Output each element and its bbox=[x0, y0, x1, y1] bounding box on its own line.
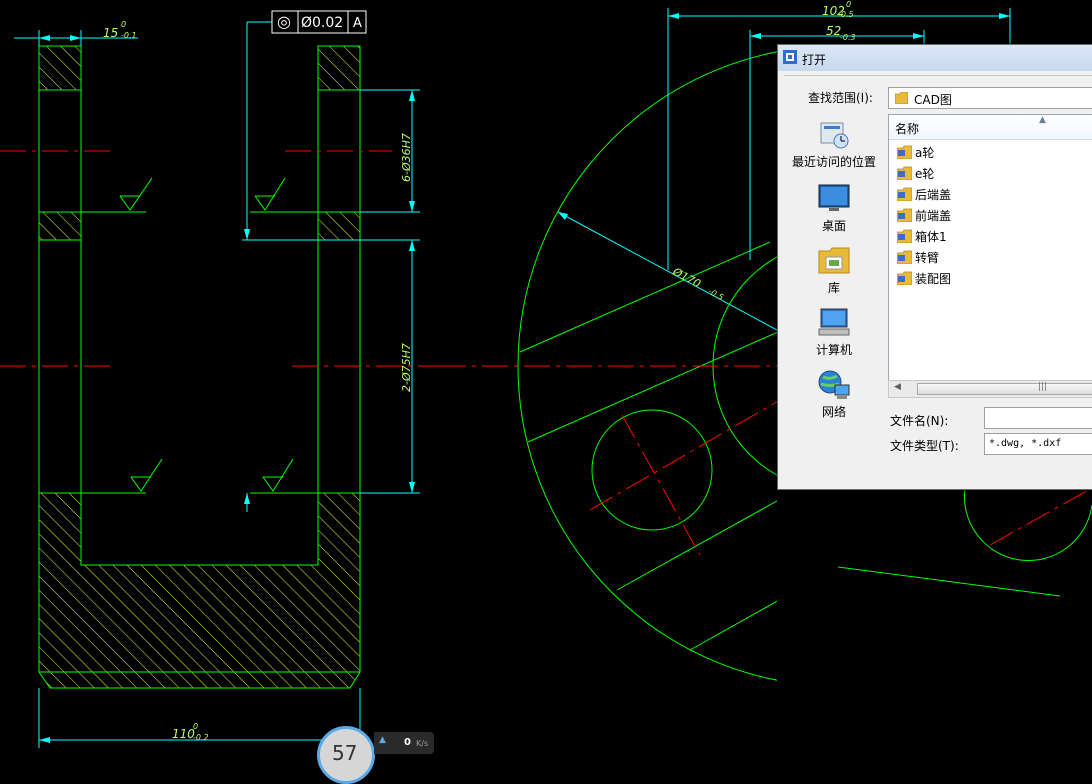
divider bbox=[784, 75, 1092, 76]
column-header-name[interactable]: 名称 ▲ bbox=[889, 115, 1092, 140]
file-name: e轮 bbox=[915, 167, 935, 181]
place-recent[interactable]: 最近访问的位置 bbox=[784, 117, 884, 170]
filetype-label: 文件类型(T): bbox=[890, 439, 959, 453]
dim-diameter: Ø170 bbox=[670, 265, 703, 291]
horizontal-scrollbar[interactable]: ◀ ||| bbox=[888, 380, 1092, 398]
right-view-lower-right bbox=[837, 487, 1092, 597]
network-speed-widget[interactable]: 57 ▲ 0 K/s bbox=[317, 726, 437, 784]
dim-top-tol-upper: 0 bbox=[121, 20, 126, 29]
place-label: 计算机 bbox=[815, 343, 852, 357]
upload-arrow-icon: ▲ bbox=[379, 735, 386, 745]
speed-value: 0 bbox=[404, 737, 411, 748]
dwg-file-icon bbox=[897, 208, 912, 222]
place-label: 桌面 bbox=[821, 219, 846, 233]
file-list[interactable]: 名称 ▲ a轮 e轮 后端盖 前端盖 箱体1 转臂 装配图 bbox=[888, 114, 1092, 398]
column-name-label: 名称 bbox=[895, 122, 920, 136]
file-name: 箱体1 bbox=[915, 230, 947, 244]
dim-diameter-tol: -0.5 bbox=[707, 287, 725, 302]
gauge-value: 57 bbox=[332, 741, 358, 765]
file-name: 前端盖 bbox=[915, 209, 952, 223]
place-desktop[interactable]: 桌面 bbox=[784, 181, 884, 234]
dialog-titlebar[interactable]: 打开 bbox=[778, 45, 1092, 71]
library-icon bbox=[818, 247, 850, 274]
dim-top-value: 15 bbox=[103, 26, 118, 40]
place-computer[interactable]: 计算机 bbox=[784, 305, 884, 358]
tolerance-frame: ◎ Ø0.02 A bbox=[271, 10, 367, 34]
cpu-gauge: 57 bbox=[317, 726, 375, 784]
dim-width-tol-upper: 0 bbox=[846, 0, 851, 9]
dim-hole-upper: 6-Ø36H7 bbox=[400, 133, 413, 182]
speed-unit: K/s bbox=[416, 739, 429, 748]
filename-input[interactable] bbox=[984, 407, 1092, 429]
dim-partial-value: 52 bbox=[826, 24, 841, 38]
lookin-label: 查找范围(I): bbox=[808, 91, 873, 105]
tolerance-datum: A bbox=[353, 16, 362, 31]
filetype-select[interactable]: *.dwg, *.dxf bbox=[984, 433, 1092, 455]
dim-bottom-tol-lower: -0.2 bbox=[193, 733, 209, 742]
dim-top-tol-lower: -0.1 bbox=[121, 31, 137, 40]
file-name: 转臂 bbox=[915, 251, 940, 265]
dim-bottom-tol-upper: 0 bbox=[193, 722, 198, 731]
desktop-icon bbox=[818, 184, 850, 211]
file-name: 装配图 bbox=[915, 272, 952, 286]
lookin-value: CAD图 bbox=[914, 93, 952, 107]
dim-bottom-value: 110 bbox=[172, 727, 195, 741]
place-label: 网络 bbox=[821, 405, 846, 419]
place-label: 最近访问的位置 bbox=[791, 155, 876, 169]
places-bar: 最近访问的位置 桌面 库 计算机 网络 bbox=[784, 113, 884, 487]
dialog-title: 打开 bbox=[802, 53, 827, 67]
lookin-select[interactable]: CAD图 bbox=[888, 87, 1092, 109]
dim-width-tol-lower: -0.5 bbox=[838, 10, 854, 19]
speed-panel: ▲ 0 K/s bbox=[374, 732, 434, 754]
dwg-file-icon bbox=[897, 166, 912, 180]
app-icon bbox=[783, 50, 797, 64]
left-section-view: 15 0 -0.1 110 0 -0.2 6-Ø36H7 2-Ø75H7 ◎ Ø… bbox=[0, 10, 440, 748]
network-icon bbox=[818, 370, 850, 399]
place-label: 库 bbox=[827, 281, 840, 295]
filename-label: 文件名(N): bbox=[890, 414, 949, 428]
tolerance-value: Ø0.02 bbox=[301, 15, 343, 31]
dwg-file-icon bbox=[897, 271, 912, 285]
filetype-value: *.dwg, *.dxf bbox=[989, 438, 1062, 449]
right-view-top-dims: 102 0 -0.5 52 -0.3 bbox=[777, 0, 1011, 44]
scroll-left-icon[interactable]: ◀ bbox=[894, 382, 901, 392]
dwg-file-icon bbox=[897, 250, 912, 264]
sort-up-icon: ▲ bbox=[1039, 115, 1046, 125]
dim-hole-lower: 2-Ø75H7 bbox=[400, 343, 413, 392]
scrollbar-thumb[interactable]: ||| bbox=[917, 382, 1092, 395]
dwg-file-icon bbox=[897, 229, 912, 243]
recent-places-icon bbox=[820, 122, 849, 149]
file-name: 后端盖 bbox=[915, 188, 952, 202]
folder-icon bbox=[895, 92, 908, 104]
computer-icon bbox=[818, 308, 850, 336]
file-name: a轮 bbox=[915, 146, 935, 160]
grip-icon: ||| bbox=[1038, 382, 1048, 392]
concentricity-icon: ◎ bbox=[277, 12, 291, 31]
place-network[interactable]: 网络 bbox=[784, 367, 884, 420]
dwg-file-icon bbox=[897, 187, 912, 201]
dim-partial-tol: -0.3 bbox=[840, 33, 856, 42]
open-file-dialog[interactable]: 打开 查找范围(I): CAD图 最近访问的位置 桌面 库 计算机 网络 名称 … bbox=[777, 44, 1092, 490]
dwg-file-icon bbox=[897, 145, 912, 159]
place-library[interactable]: 库 bbox=[784, 243, 884, 296]
